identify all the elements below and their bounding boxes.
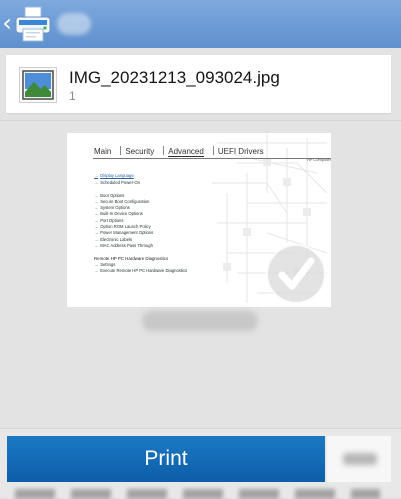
image-icon <box>19 67 57 103</box>
preview-item: Execute Remote HP PC Hardware Diagnostic… <box>94 268 187 273</box>
preview-rule <box>93 158 331 159</box>
preview-tab-main: Main <box>94 147 112 156</box>
preview-item: System Options <box>94 205 130 210</box>
checkmark-icon <box>266 244 326 304</box>
preview-item: Scheduled Power-On <box>94 180 140 185</box>
preview-tab-security: Security <box>125 147 155 156</box>
chevron-left-icon: ‹ <box>2 9 12 37</box>
page-indicator <box>142 311 258 331</box>
divider <box>0 120 401 121</box>
footer-text <box>15 489 380 499</box>
printer-icon <box>15 6 51 42</box>
print-button[interactable]: Print <box>7 436 325 482</box>
preview-item: Settings <box>94 262 115 267</box>
back-button[interactable]: ‹ <box>0 8 14 38</box>
preview-item: Display Language <box>94 173 134 178</box>
preview-item: Boot Options <box>94 193 124 198</box>
preview-item: Power Management Options <box>94 230 153 235</box>
file-item[interactable]: IMG_20231213_093024.jpg 1 <box>6 55 391 113</box>
file-name: IMG_20231213_093024.jpg <box>69 68 280 87</box>
preview-tab-advanced: Advanced <box>168 147 204 157</box>
settings-icon <box>343 453 377 465</box>
preview-tab-uefi: UEFI Drivers <box>217 147 264 156</box>
preview-item: Built-In Device Options <box>94 211 143 216</box>
file-count: 1 <box>69 89 76 103</box>
preview-section-heading: Remote HP PC Hardware Diagnostics <box>94 256 169 261</box>
preview-item: Electronic Labels <box>94 237 132 242</box>
top-bar: ‹ <box>0 0 401 48</box>
preview-item: Option ROM Launch Policy <box>94 224 151 229</box>
preview-tabs: Main Security Advanced UEFI Drivers <box>94 146 273 157</box>
app-title <box>57 13 91 35</box>
preview-item: Secure Boot Configuration <box>94 199 149 204</box>
preview-item: Port Options <box>94 218 123 223</box>
preview-item: MAC Address Pass Through <box>94 243 153 248</box>
print-preview-page[interactable]: Main Security Advanced UEFI Drivers HP Comp… <box>67 133 331 307</box>
